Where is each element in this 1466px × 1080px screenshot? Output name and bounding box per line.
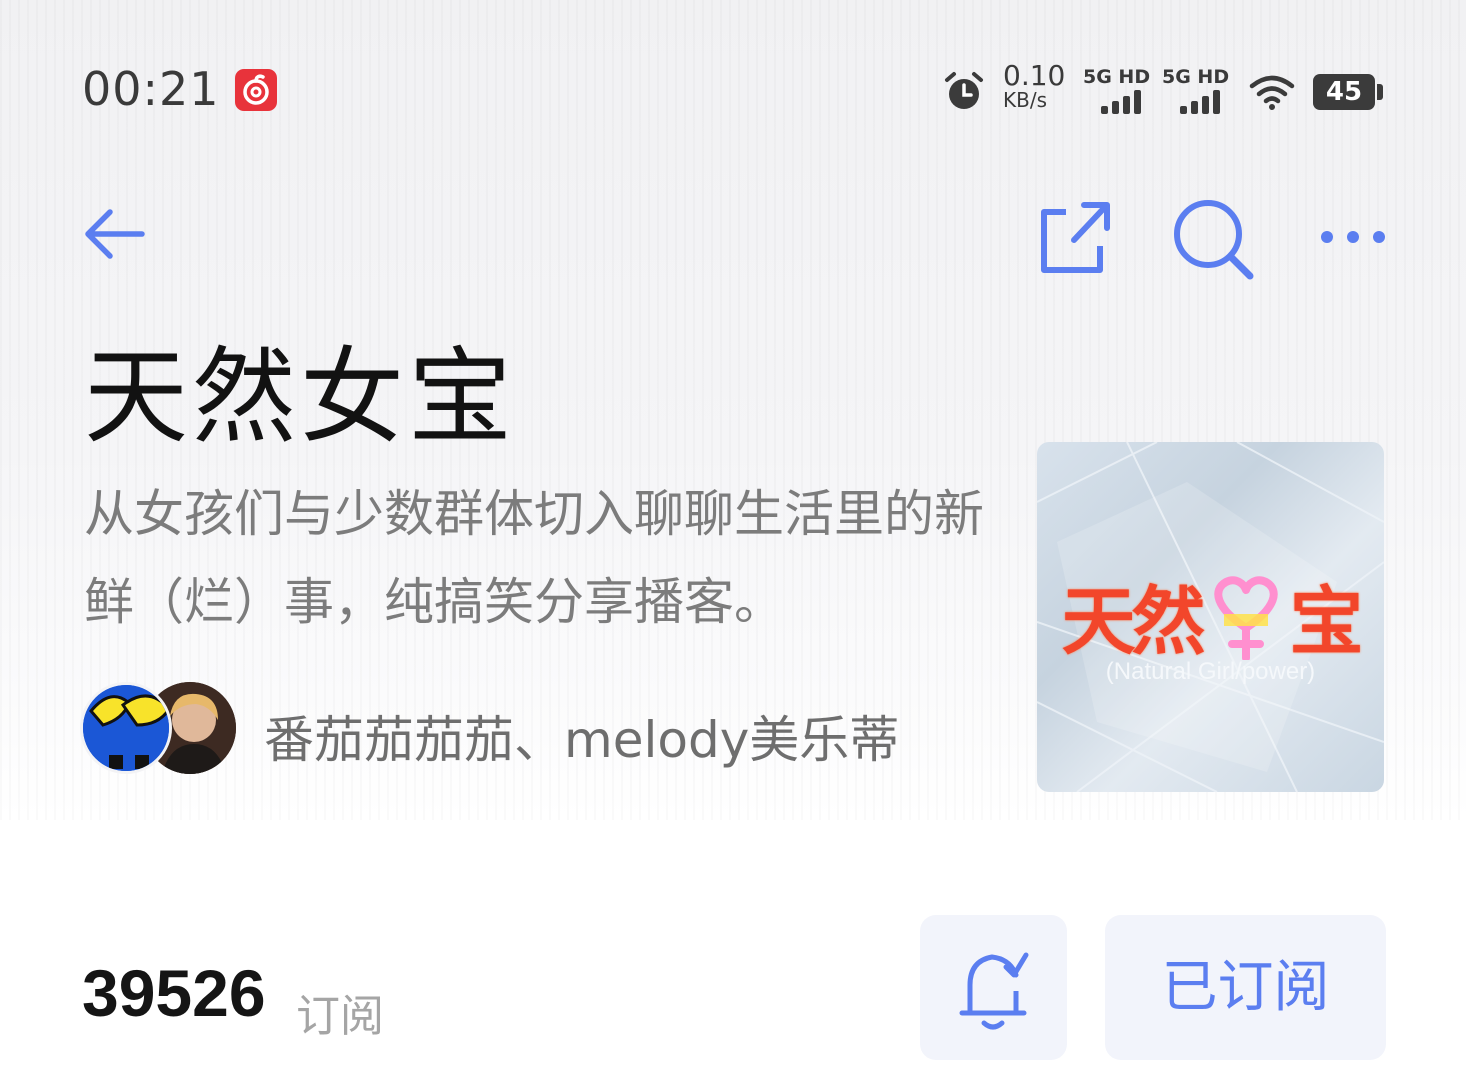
podcast-title: 天然女宝 (84, 336, 517, 458)
signal-sim1: 5G HD (1083, 66, 1153, 116)
battery-tip (1377, 84, 1383, 100)
podcast-description: 从女孩们与少数群体切入聊聊生活里的新鲜（烂）事，纯搞笑分享播客。 (84, 485, 984, 631)
battery-level: 45 (1325, 77, 1363, 107)
status-time: 00:21 (82, 62, 220, 116)
notification-toggle-button[interactable] (920, 915, 1067, 1060)
netease-music-app-icon (235, 69, 277, 111)
cover-title-part1: 天然 (1061, 579, 1206, 665)
net-speed-indicator: 0.10 KB/s (1003, 59, 1066, 113)
podcast-hosts[interactable]: 番茄茄茄茄、melody美乐蒂 (264, 700, 899, 772)
sim1-label: 5G HD (1083, 66, 1151, 88)
search-icon (1174, 200, 1254, 280)
subscriber-count: 39526 (82, 956, 266, 1030)
subscribed-button[interactable]: 已订阅 (1105, 915, 1386, 1060)
bell-check-icon (959, 952, 1029, 1030)
podcast-cover: 天然 宝 (Natural Girl/power) (1037, 442, 1384, 792)
cover-title-part2: 宝 (1289, 579, 1364, 665)
more-icon (1321, 231, 1385, 243)
alarm-icon (942, 70, 986, 118)
cover-subtitle: (Natural Girl/power) (1105, 658, 1316, 685)
subscriber-count-label: 订阅 (296, 991, 384, 1042)
signal-icon (1180, 90, 1220, 114)
back-arrow-icon (85, 209, 145, 259)
battery-icon: 45 (1313, 74, 1375, 110)
sim2-label: 5G HD (1162, 66, 1230, 88)
share-icon (1041, 202, 1110, 273)
search-button[interactable] (1170, 196, 1256, 286)
avatar[interactable] (80, 682, 172, 774)
signal-icon (1101, 90, 1141, 114)
share-button[interactable] (1034, 198, 1114, 282)
wifi-icon (1248, 72, 1296, 116)
signal-sim2: 5G HD (1162, 66, 1232, 116)
back-button[interactable] (80, 204, 148, 268)
net-speed-value: 0.10 (1003, 59, 1066, 92)
more-button[interactable] (1318, 222, 1388, 256)
